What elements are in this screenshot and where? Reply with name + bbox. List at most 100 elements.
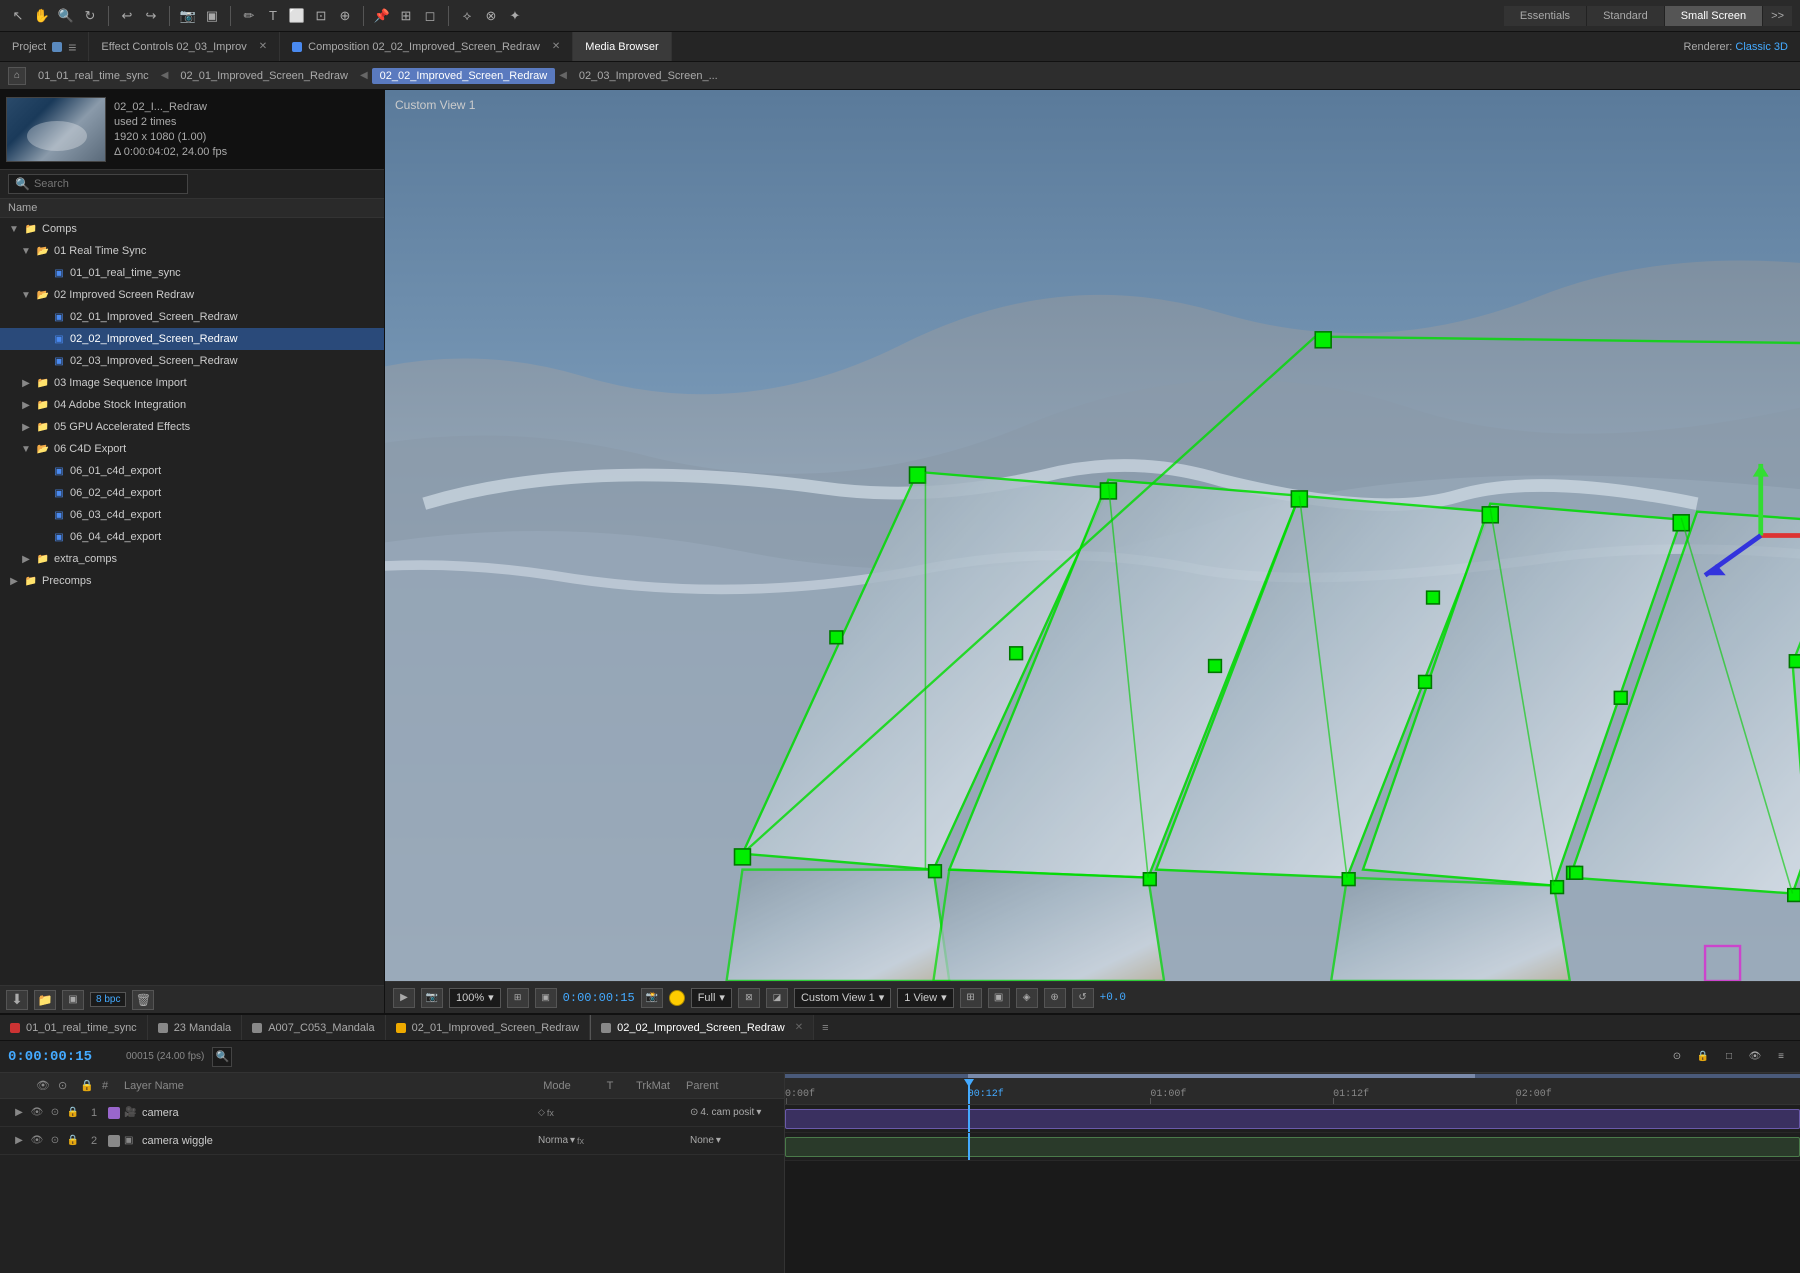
pen-tool-icon[interactable]: ✏ — [239, 6, 259, 26]
workspace-expand[interactable]: >> — [1763, 6, 1792, 26]
tree-item-c4d-04[interactable]: ▣ 06_04_c4d_export — [0, 526, 384, 548]
cursor-tool-icon[interactable]: ↖ — [8, 6, 28, 26]
view-count-dropdown[interactable]: 1 View ▾ — [897, 988, 953, 1008]
effect-tab-close-icon[interactable]: ✕ — [259, 41, 267, 52]
tab-composition[interactable]: Composition 02_02_Improved_Screen_Redraw… — [280, 32, 573, 61]
track-1-expand[interactable]: ▶ — [12, 1106, 26, 1120]
toggle-btn-3[interactable]: ◈ — [1016, 988, 1038, 1008]
toggle-btn-2[interactable]: ▣ — [988, 988, 1010, 1008]
tl-ctrl-options-btn[interactable]: ≡ — [1770, 1047, 1792, 1067]
timeline-search[interactable]: 🔍 — [212, 1047, 232, 1067]
tl-tab-a007[interactable]: A007_C053_Mandala — [242, 1015, 385, 1040]
clone-tool-icon[interactable]: ⊞ — [396, 6, 416, 26]
tab-media-browser[interactable]: Media Browser — [573, 32, 671, 61]
snapshot-btn2[interactable]: 📸 — [641, 988, 663, 1008]
alpha-btn[interactable]: ⊠ — [738, 988, 760, 1008]
text-tool-icon[interactable]: T — [263, 6, 283, 26]
tree-item-06c4d[interactable]: ▼ 📂 06 C4D Export — [0, 438, 384, 460]
tl-ctrl-blank-btn[interactable]: □ — [1718, 1047, 1740, 1067]
reset-btn[interactable]: ↺ — [1072, 988, 1094, 1008]
shape-tool-icon[interactable]: ⬜ — [287, 6, 307, 26]
composition-tool-icon[interactable]: ▣ — [202, 6, 222, 26]
track-row-1[interactable]: ▶ 👁 ⊙ 🔒 1 🎥 camera ◇ fx ⊙ — [0, 1099, 784, 1127]
tree-item-precomps[interactable]: ▶ 📁 Precomps — [0, 570, 384, 592]
viewer-render-btn[interactable]: ▶ — [393, 988, 415, 1008]
tl-tab-0202[interactable]: 02_02_Improved_Screen_Redraw ✕ — [591, 1015, 814, 1040]
color-btn[interactable] — [669, 990, 685, 1006]
delete-btn[interactable]: 🗑 — [132, 990, 154, 1010]
tl-tab-menu[interactable]: ≡ — [814, 1022, 836, 1034]
tree-item-c4d-01[interactable]: ▣ 06_01_c4d_export — [0, 460, 384, 482]
tree-item-03img[interactable]: ▶ 📁 03 Image Sequence Import — [0, 372, 384, 394]
pixel-btn[interactable]: ◪ — [766, 988, 788, 1008]
tree-item-comps[interactable]: ▼ 📁 Comps — [0, 218, 384, 240]
zoom-tool-icon[interactable]: 🔍 — [56, 6, 76, 26]
puppet-tool-icon[interactable]: ⊕ — [335, 6, 355, 26]
view-dropdown[interactable]: Custom View 1 ▾ — [794, 988, 891, 1008]
zoom-dropdown[interactable]: 100% ▾ — [449, 988, 501, 1008]
tree-item-02isr[interactable]: ▼ 📂 02 Improved Screen Redraw — [0, 284, 384, 306]
tl-ctrl-eye-btn[interactable]: 👁 — [1744, 1047, 1766, 1067]
fit-btn[interactable]: ⊞ — [507, 988, 529, 1008]
camera-tool-icon[interactable]: 📷 — [178, 6, 198, 26]
tl-tab-0101[interactable]: 01_01_real_time_sync — [0, 1015, 148, 1040]
tree-item-0101[interactable]: ▣ 01_01_real_time_sync — [0, 262, 384, 284]
tab-effect-controls[interactable]: Effect Controls 02_03_Improv ✕ — [89, 32, 280, 61]
tree-item-01rts[interactable]: ▼ 📂 01 Real Time Sync — [0, 240, 384, 262]
tree-item-0203[interactable]: ▣ 02_03_Improved_Screen_Redraw — [0, 350, 384, 372]
tab-project[interactable]: Project ≡ — [0, 32, 89, 61]
quality-dropdown[interactable]: Full ▾ — [691, 988, 732, 1008]
track-row-2[interactable]: ▶ 👁 ⊙ 🔒 2 ▣ camera wiggle Norma ▾ fx — [0, 1127, 784, 1155]
track-1-lock-icon[interactable]: 🔒 — [66, 1107, 80, 1118]
tl-ctrl-solo-btn[interactable]: ⊙ — [1666, 1047, 1688, 1067]
track-2-lock-icon[interactable]: 🔒 — [66, 1135, 80, 1146]
anchor-tool-icon[interactable]: ⊗ — [481, 6, 501, 26]
tl-ctrl-lock-btn[interactable]: 🔒 — [1692, 1047, 1714, 1067]
workspace-essentials[interactable]: Essentials — [1504, 6, 1587, 26]
eraser-tool-icon[interactable]: ◻ — [420, 6, 440, 26]
comp-tab-close-icon[interactable]: ✕ — [552, 41, 560, 52]
tree-item-0202[interactable]: ▣ 02_02_Improved_Screen_Redraw — [0, 328, 384, 350]
workspace-standard[interactable]: Standard — [1587, 6, 1665, 26]
tree-item-04stock[interactable]: ▶ 📁 04 Adobe Stock Integration — [0, 394, 384, 416]
tree-item-05gpu[interactable]: ▶ 📁 05 GPU Accelerated Effects — [0, 416, 384, 438]
tree-item-extra[interactable]: ▶ 📁 extra_comps — [0, 548, 384, 570]
track-2-expand[interactable]: ▶ — [12, 1134, 26, 1148]
tl-tab-mandala[interactable]: 23 Mandala — [148, 1015, 243, 1040]
comp-nav-item-1[interactable]: 01_01_real_time_sync — [30, 68, 157, 84]
redo-icon[interactable]: ↪ — [141, 6, 161, 26]
track-1-eye-icon[interactable]: 👁 — [30, 1107, 44, 1118]
toggle-btn-1[interactable]: ⊞ — [960, 988, 982, 1008]
roto-tool-icon[interactable]: ⊡ — [311, 6, 331, 26]
tree-item-c4d-03[interactable]: ▣ 06_03_c4d_export — [0, 504, 384, 526]
new-comp-btn[interactable]: ▣ — [62, 990, 84, 1010]
comp-nav-item-4[interactable]: 02_03_Improved_Screen_... — [571, 68, 726, 84]
tree-item-c4d-02[interactable]: ▣ 06_02_c4d_export — [0, 482, 384, 504]
rotate-tool-icon[interactable]: ↻ — [80, 6, 100, 26]
region-btn[interactable]: ▣ — [535, 988, 557, 1008]
track-2-eye-icon[interactable]: 👁 — [30, 1135, 44, 1146]
search-input[interactable] — [34, 178, 181, 190]
comp-0203-arrow — [36, 356, 48, 367]
hand-tool-icon[interactable]: ✋ — [32, 6, 52, 26]
viewer-snapshot-btn[interactable]: 📷 — [421, 988, 443, 1008]
pin-tool-icon[interactable]: 📌 — [372, 6, 392, 26]
track-area: 👁 ⊙ 🔒 # Layer Name Mode T TrkMat Parent … — [0, 1073, 1800, 1273]
tl-tab-close-0202[interactable]: ✕ — [795, 1022, 803, 1033]
tl-tab-0201[interactable]: 02_01_Improved_Screen_Redraw — [386, 1015, 591, 1040]
undo-icon[interactable]: ↩ — [117, 6, 137, 26]
toggle-btn-4[interactable]: ⊕ — [1044, 988, 1066, 1008]
motion-tool-icon[interactable]: ⟡ — [457, 6, 477, 26]
import-btn[interactable]: ⬇ — [6, 990, 28, 1010]
track-2-solo-icon[interactable]: ⊙ — [48, 1135, 62, 1146]
tree-item-0201[interactable]: ▣ 02_01_Improved_Screen_Redraw — [0, 306, 384, 328]
express-tool-icon[interactable]: ✦ — [505, 6, 525, 26]
renderer-value[interactable]: Classic 3D — [1735, 41, 1788, 53]
project-menu-icon[interactable]: ≡ — [68, 39, 76, 55]
workspace-smallscreen[interactable]: Small Screen — [1665, 6, 1763, 26]
comp-nav-item-3[interactable]: 02_02_Improved_Screen_Redraw — [372, 68, 556, 84]
comp-nav-item-2[interactable]: 02_01_Improved_Screen_Redraw — [172, 68, 356, 84]
comp-nav-home-btn[interactable]: ⌂ — [8, 67, 26, 85]
new-folder-btn[interactable]: 📁 — [34, 990, 56, 1010]
track-1-solo-icon[interactable]: ⊙ — [48, 1107, 62, 1118]
